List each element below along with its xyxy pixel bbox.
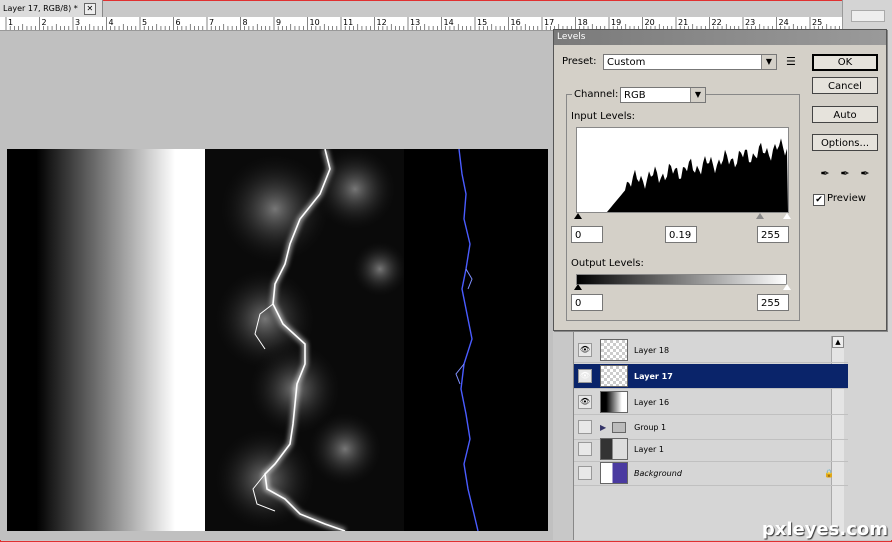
- layer-thumbnail: [600, 462, 628, 484]
- input-gamma-field[interactable]: 0.19: [665, 226, 697, 243]
- channel-label: Channel:: [572, 89, 621, 100]
- eye-icon[interactable]: 👁: [578, 369, 592, 383]
- ruler-label: 1: [8, 18, 13, 27]
- lock-icon: 🔒: [824, 468, 834, 478]
- preset-label: Preset:: [562, 56, 597, 67]
- document-tab[interactable]: Layer 17, RGB/8) * ✕: [0, 0, 103, 18]
- layer-thumbnail: [600, 391, 628, 413]
- input-black-slider[interactable]: [574, 213, 582, 219]
- ruler-label: 13: [410, 18, 420, 27]
- output-gradient: [576, 274, 787, 285]
- ok-button[interactable]: OK: [812, 54, 878, 71]
- ruler-label: 19: [611, 18, 621, 27]
- white-eyedropper-icon[interactable]: ✒: [858, 167, 872, 181]
- preview-label: Preview: [827, 193, 866, 204]
- levels-dialog: Levels Preset: Custom ▼ ☰ Channel: RGB ▼…: [553, 29, 887, 331]
- channel-value: RGB: [624, 90, 646, 101]
- eye-icon[interactable]: 👁: [578, 343, 592, 357]
- ruler-label: 7: [209, 18, 214, 27]
- layers-panel: ▲ 👁 Layer 18 👁 Layer 17 👁 Layer 16 ▶ Group 1 Lay…: [573, 330, 848, 540]
- ruler-label: 23: [745, 18, 755, 27]
- input-black-field[interactable]: 0: [571, 226, 603, 243]
- layer-name: Layer 18: [634, 345, 670, 355]
- preset-select[interactable]: Custom ▼: [603, 54, 777, 70]
- ruler-label: 16: [511, 18, 521, 27]
- ruler-label: 12: [377, 18, 387, 27]
- ruler-label: 9: [276, 18, 281, 27]
- layer-name: Group 1: [634, 422, 667, 432]
- close-tab-icon[interactable]: ✕: [83, 2, 96, 15]
- dialog-title: Levels: [554, 30, 886, 45]
- folder-icon: [612, 421, 627, 433]
- layer-row[interactable]: Layer 1: [574, 437, 848, 462]
- layer-row[interactable]: 👁 Layer 17: [574, 364, 848, 389]
- ruler-label: 6: [176, 18, 181, 27]
- output-black-field[interactable]: 0: [571, 294, 603, 311]
- ruler-label: 8: [243, 18, 248, 27]
- ruler-label: 15: [477, 18, 487, 27]
- layer-thumbnail: [600, 339, 628, 361]
- eye-icon[interactable]: [578, 420, 592, 434]
- output-levels-label: Output Levels:: [571, 258, 644, 269]
- chevron-down-icon: ▼: [761, 55, 776, 69]
- input-levels-label: Input Levels:: [571, 111, 636, 122]
- layer-name: Layer 17: [634, 371, 673, 381]
- preview-checkbox[interactable]: ✔: [813, 194, 825, 206]
- blue-lightning-image: [404, 149, 548, 531]
- layer-thumbnail: [600, 438, 628, 460]
- ruler-label: 4: [109, 18, 114, 27]
- chevron-down-icon: ▼: [690, 88, 705, 102]
- ruler-label: 10: [310, 18, 320, 27]
- layer-thumbnail: [600, 365, 628, 387]
- input-gamma-slider[interactable]: [756, 213, 764, 219]
- layer-row[interactable]: 👁 Layer 18: [574, 338, 848, 363]
- auto-button[interactable]: Auto: [812, 106, 878, 123]
- ruler-label: 24: [779, 18, 789, 27]
- layer-name: Background: [634, 468, 682, 478]
- ruler-label: 17: [544, 18, 554, 27]
- eye-icon[interactable]: 👁: [578, 395, 592, 409]
- layer-row[interactable]: 👁 Layer 16: [574, 390, 848, 415]
- ruler-label: 22: [712, 18, 722, 27]
- preset-value: Custom: [607, 57, 646, 68]
- layer-name: Layer 16: [634, 397, 670, 407]
- ruler-label: 18: [578, 18, 588, 27]
- layer-row[interactable]: Background 🔒: [574, 461, 848, 486]
- ruler-label: 14: [444, 18, 454, 27]
- output-white-slider[interactable]: [783, 284, 791, 290]
- black-eyedropper-icon[interactable]: ✒: [818, 167, 832, 181]
- panel-collapse-button[interactable]: [851, 10, 885, 22]
- gray-eyedropper-icon[interactable]: ✒: [838, 167, 852, 181]
- channel-select[interactable]: RGB ▼: [620, 87, 706, 103]
- eye-icon[interactable]: [578, 466, 592, 480]
- input-white-field[interactable]: 255: [757, 226, 789, 243]
- eye-icon[interactable]: [578, 442, 592, 456]
- output-white-field[interactable]: 255: [757, 294, 789, 311]
- expand-arrow-icon[interactable]: ▶: [600, 423, 606, 432]
- lightning-image: [205, 149, 404, 531]
- layer-name: Layer 1: [634, 444, 664, 454]
- gradient-image: [7, 149, 205, 531]
- ruler-label: 5: [142, 18, 147, 27]
- watermark: pxleyes.com: [761, 519, 888, 540]
- ruler-label: 21: [678, 18, 688, 27]
- ruler-label: 3: [75, 18, 80, 27]
- ruler-label: 20: [645, 18, 655, 27]
- histogram: [576, 127, 789, 213]
- document-title: Layer 17, RGB/8) *: [3, 4, 78, 13]
- ruler-label: 11: [343, 18, 353, 27]
- ruler-label: 25: [812, 18, 822, 27]
- ruler-label: 2: [42, 18, 47, 27]
- options-button[interactable]: Options...: [812, 134, 878, 151]
- output-black-slider[interactable]: [574, 284, 582, 290]
- cancel-button[interactable]: Cancel: [812, 77, 878, 94]
- preset-options-icon[interactable]: ☰: [786, 55, 796, 68]
- input-white-slider[interactable]: [783, 213, 791, 219]
